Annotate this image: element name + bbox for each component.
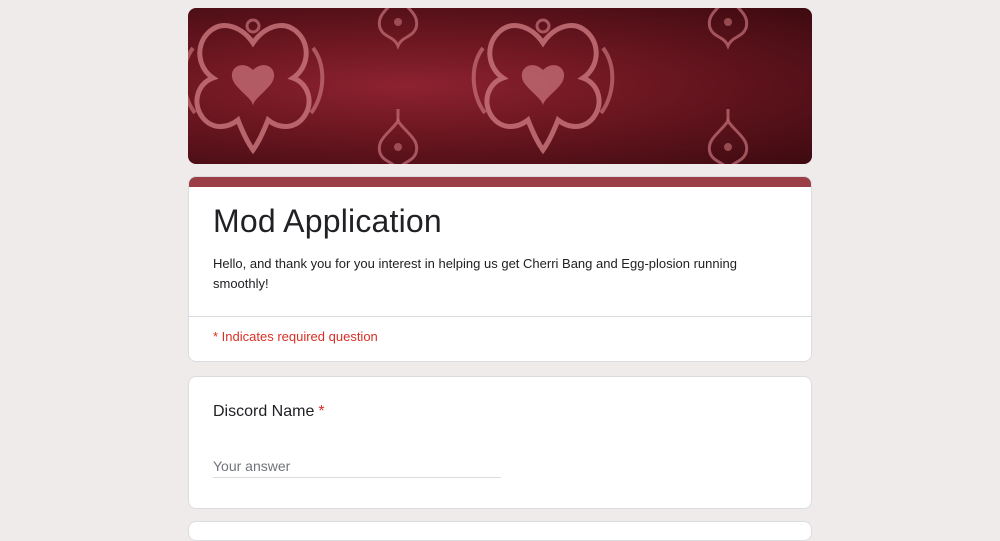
form-description: Hello, and thank you for you interest in… bbox=[213, 256, 737, 291]
divider bbox=[189, 316, 811, 317]
discord-name-input[interactable] bbox=[213, 455, 501, 478]
required-note: * Indicates required question bbox=[213, 329, 378, 344]
form-header-banner bbox=[188, 8, 812, 164]
damask-pattern bbox=[188, 8, 749, 164]
form-title-card: Mod Application Hello, and thank you for… bbox=[188, 176, 812, 362]
question-label-text: Discord Name bbox=[213, 403, 315, 420]
theme-color-bar bbox=[189, 177, 811, 187]
next-question-card bbox=[188, 521, 812, 541]
question-card-discord-name: Discord Name * bbox=[188, 376, 812, 509]
required-star: * bbox=[318, 403, 325, 420]
form-title: Mod Application bbox=[213, 203, 442, 239]
question-label: Discord Name * bbox=[213, 403, 325, 421]
